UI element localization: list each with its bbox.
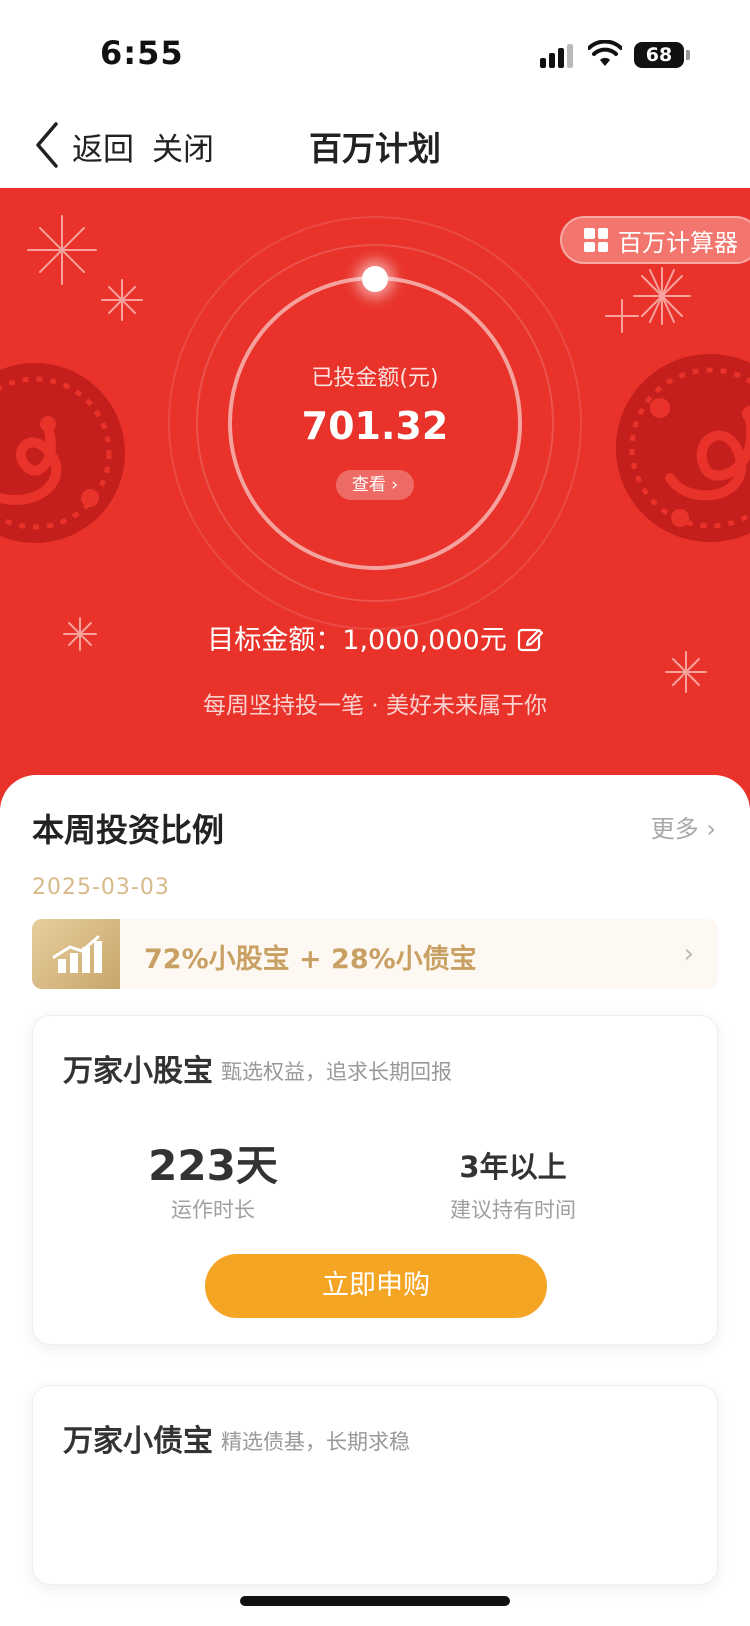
ratio-text: 72%小股宝 + 28%小债宝 [144, 944, 477, 975]
battery-icon: 68 [634, 42, 684, 68]
cellular-signal-icon [540, 44, 574, 68]
wifi-icon [588, 40, 622, 66]
progress-indicator-dot [362, 266, 388, 292]
more-link[interactable]: 更多 › [651, 809, 716, 844]
chevron-right-icon: › [683, 939, 694, 969]
bar-chart-trend-icon [52, 935, 102, 973]
target-amount: 目标金额：1,000,000元 [0, 618, 750, 657]
content-sheet: 本周投资比例 更多 › 2025-03-03 72%小股宝 + 28%小债宝 ›… [0, 775, 750, 1585]
holding-period-label: 建议持有时间 [450, 1198, 576, 1222]
calculator-label: 百万计算器 [618, 228, 738, 257]
target-amount-label: 目标金额： [207, 625, 343, 656]
edit-icon[interactable] [517, 626, 543, 652]
battery-tip [686, 50, 690, 60]
slogan: 每周坚持投一笔 · 美好未来属于你 [203, 693, 547, 719]
investment-ratio-bar[interactable]: 72%小股宝 + 28%小债宝 › [32, 919, 718, 989]
status-bar: 6:55 68 [0, 0, 750, 110]
fund-card: 万家小债宝 精选债基，长期求稳 [32, 1385, 718, 1585]
page-title: 百万计划 [309, 129, 441, 168]
home-indicator[interactable] [240, 1596, 510, 1606]
sparkle-icon [27, 215, 97, 285]
operation-days-value: 223天 [148, 1141, 278, 1190]
ratio-icon-box [32, 919, 120, 989]
holding-period-value: 3年以上 [459, 1150, 567, 1184]
sparkle-icon [101, 279, 143, 321]
ratio-date: 2025-03-03 [32, 875, 170, 900]
sparkle-icon [605, 299, 639, 333]
invested-amount-value: 701.32 [301, 404, 449, 448]
calculator-icon [584, 228, 608, 252]
subscribe-button[interactable]: 立即申购 [205, 1254, 547, 1318]
status-time: 6:55 [100, 34, 184, 72]
sparkle-icon [633, 267, 691, 325]
invested-amount-label: 已投金额(元) [311, 366, 439, 391]
view-button[interactable]: 查看 › [336, 470, 414, 500]
fund-description: 精选债基，长期求稳 [221, 1430, 410, 1454]
million-calculator-button[interactable]: 百万计算器 [560, 216, 750, 264]
hero-banner: 百万计算器 已投金额(元) 701.32 查看 › 目标金额：1,000,000… [0, 188, 750, 808]
fund-name: 万家小股宝 [63, 1054, 213, 1089]
fund-description: 甄选权益，追求长期回报 [221, 1060, 452, 1084]
target-amount-value: 1,000,000元 [342, 625, 507, 656]
operation-days-label: 运作时长 [171, 1198, 255, 1222]
nav-bar: 返回 关闭 百万计划 [0, 110, 750, 188]
fund-name: 万家小债宝 [63, 1424, 213, 1459]
weekly-ratio-title: 本周投资比例 [32, 811, 225, 849]
fund-card: 万家小股宝 甄选权益，追求长期回报 223天 运作时长 3年以上 建议持有时间 … [32, 1015, 718, 1345]
